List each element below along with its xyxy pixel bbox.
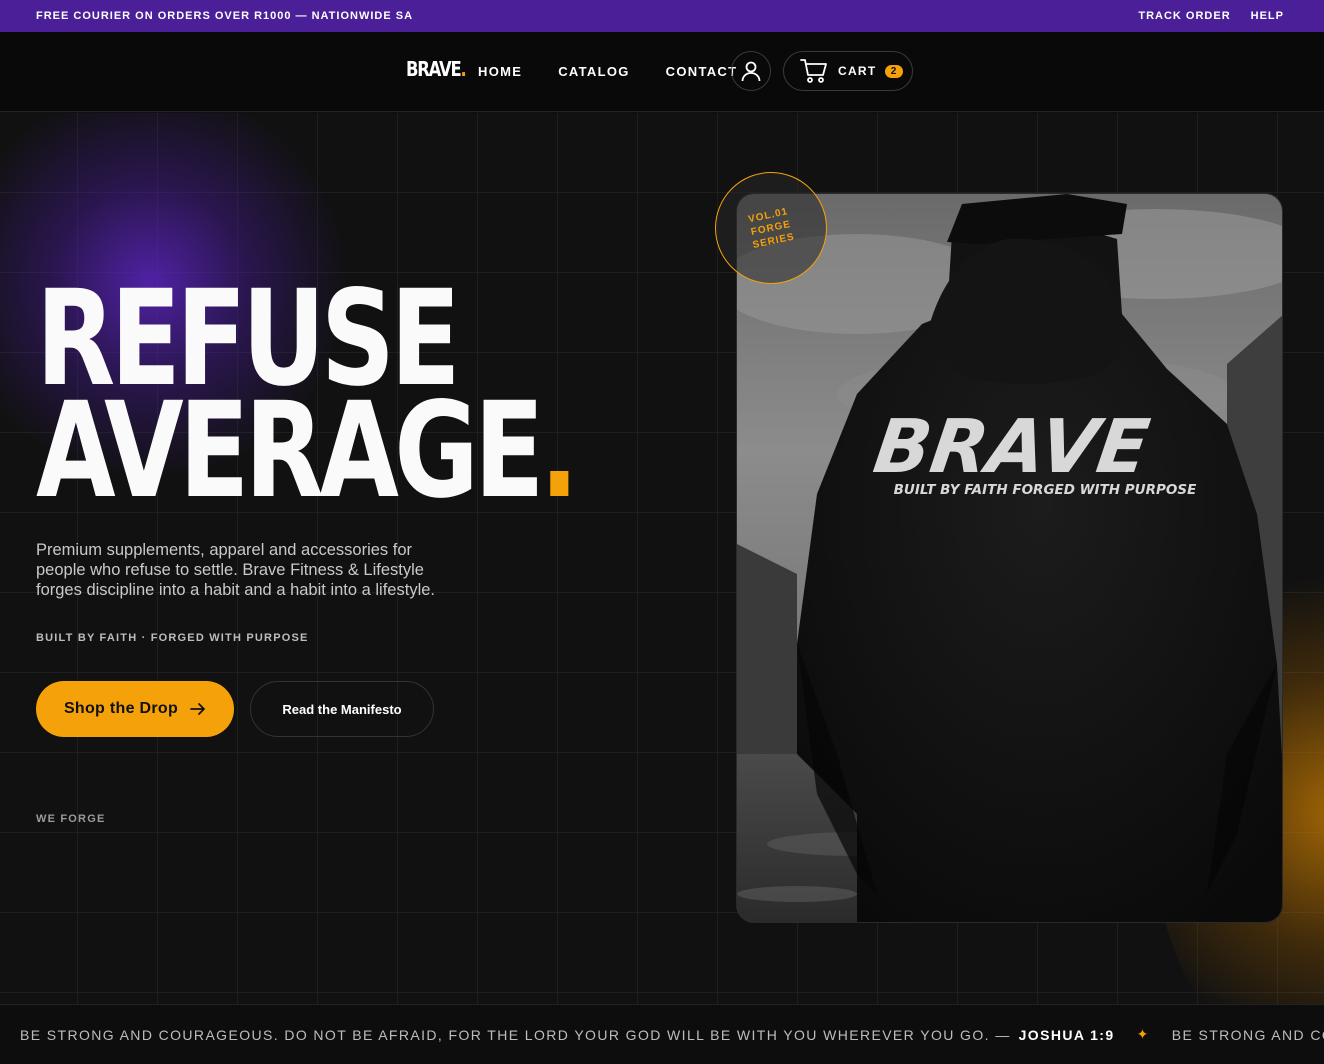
nav-contact[interactable]: CONTACT	[666, 64, 738, 79]
account-button[interactable]	[731, 51, 771, 91]
hoodie-print-brand: BRAVE	[869, 403, 1155, 490]
nav-catalog[interactable]: CATALOG	[558, 64, 629, 79]
hoodie-product-image: BRAVE BUILT BY FAITH FORGED WITH PURPOSE	[736, 193, 1283, 923]
star-icon: ✦	[1136, 1026, 1150, 1042]
cart-icon	[800, 59, 827, 83]
user-icon	[741, 61, 761, 82]
vol-01-badge: VOL.01 FORGE SERIES	[715, 172, 827, 284]
shop-the-drop-label: Shop the Drop	[63, 700, 179, 717]
site-header: BRAVE. HOME CATALOG CONTACT CART 2	[0, 32, 1324, 112]
nav-home[interactable]: HOME	[478, 64, 522, 79]
we-forge-label: WE FORGE	[36, 813, 106, 825]
brand-logo[interactable]: BRAVE.	[406, 57, 467, 81]
hero-description: Premium supplements, apparel and accesso…	[36, 541, 435, 599]
announcement-bar: FREE COURIER ON ORDERS OVER R1000 — NATI…	[0, 0, 1324, 32]
shop-the-drop-button[interactable]: Shop the Drop	[36, 681, 234, 737]
cart-count-badge: 2	[884, 64, 903, 78]
marquee-verse: BE STRONG AND COURAGEOUS. DO NOT BE AFRA…	[20, 1026, 1011, 1043]
help-link[interactable]: HELP	[1251, 10, 1284, 22]
read-manifesto-button[interactable]: Read the Manifesto	[250, 681, 434, 737]
logo-text: BRAVE	[406, 57, 462, 81]
announcement-text: FREE COURIER ON ORDERS OVER R1000 — NATI…	[36, 10, 414, 22]
headline-line-2: AVERAGE	[36, 374, 544, 528]
hoodie-print-slogan: BUILT BY FAITH FORGED WITH PURPOSE	[894, 482, 1198, 498]
logo-dot: .	[460, 57, 466, 81]
hero-section: REFUSE AVERAGE. Premium supplements, app…	[0, 113, 1324, 1004]
arrow-right-icon	[190, 703, 205, 715]
cart-button[interactable]: CART 2	[783, 51, 913, 91]
hoodie-photo-illustration: BRAVE BUILT BY FAITH FORGED WITH PURPOSE	[737, 194, 1282, 922]
cart-label: CART	[838, 64, 877, 78]
badge-text: VOL.01 FORGE SERIES	[733, 202, 810, 255]
marquee-reference: JOSHUA 1:9	[1018, 1026, 1115, 1043]
main-nav: HOME CATALOG CONTACT	[478, 64, 737, 79]
scripture-marquee: BE STRONG AND COURAGEOUS. DO NOT BE AFRA…	[0, 1004, 1324, 1064]
hero-tagline: BUILT BY FAITH · FORGED WITH PURPOSE	[36, 632, 309, 644]
utility-links: TRACK ORDER HELP	[1138, 10, 1284, 22]
headline-dot: .	[539, 374, 579, 528]
marquee-verse-repeat: BE STRONG AND COURAGEOUS.	[1171, 1026, 1324, 1043]
hero-headline: REFUSE AVERAGE.	[36, 273, 579, 517]
track-order-link[interactable]: TRACK ORDER	[1138, 10, 1230, 22]
